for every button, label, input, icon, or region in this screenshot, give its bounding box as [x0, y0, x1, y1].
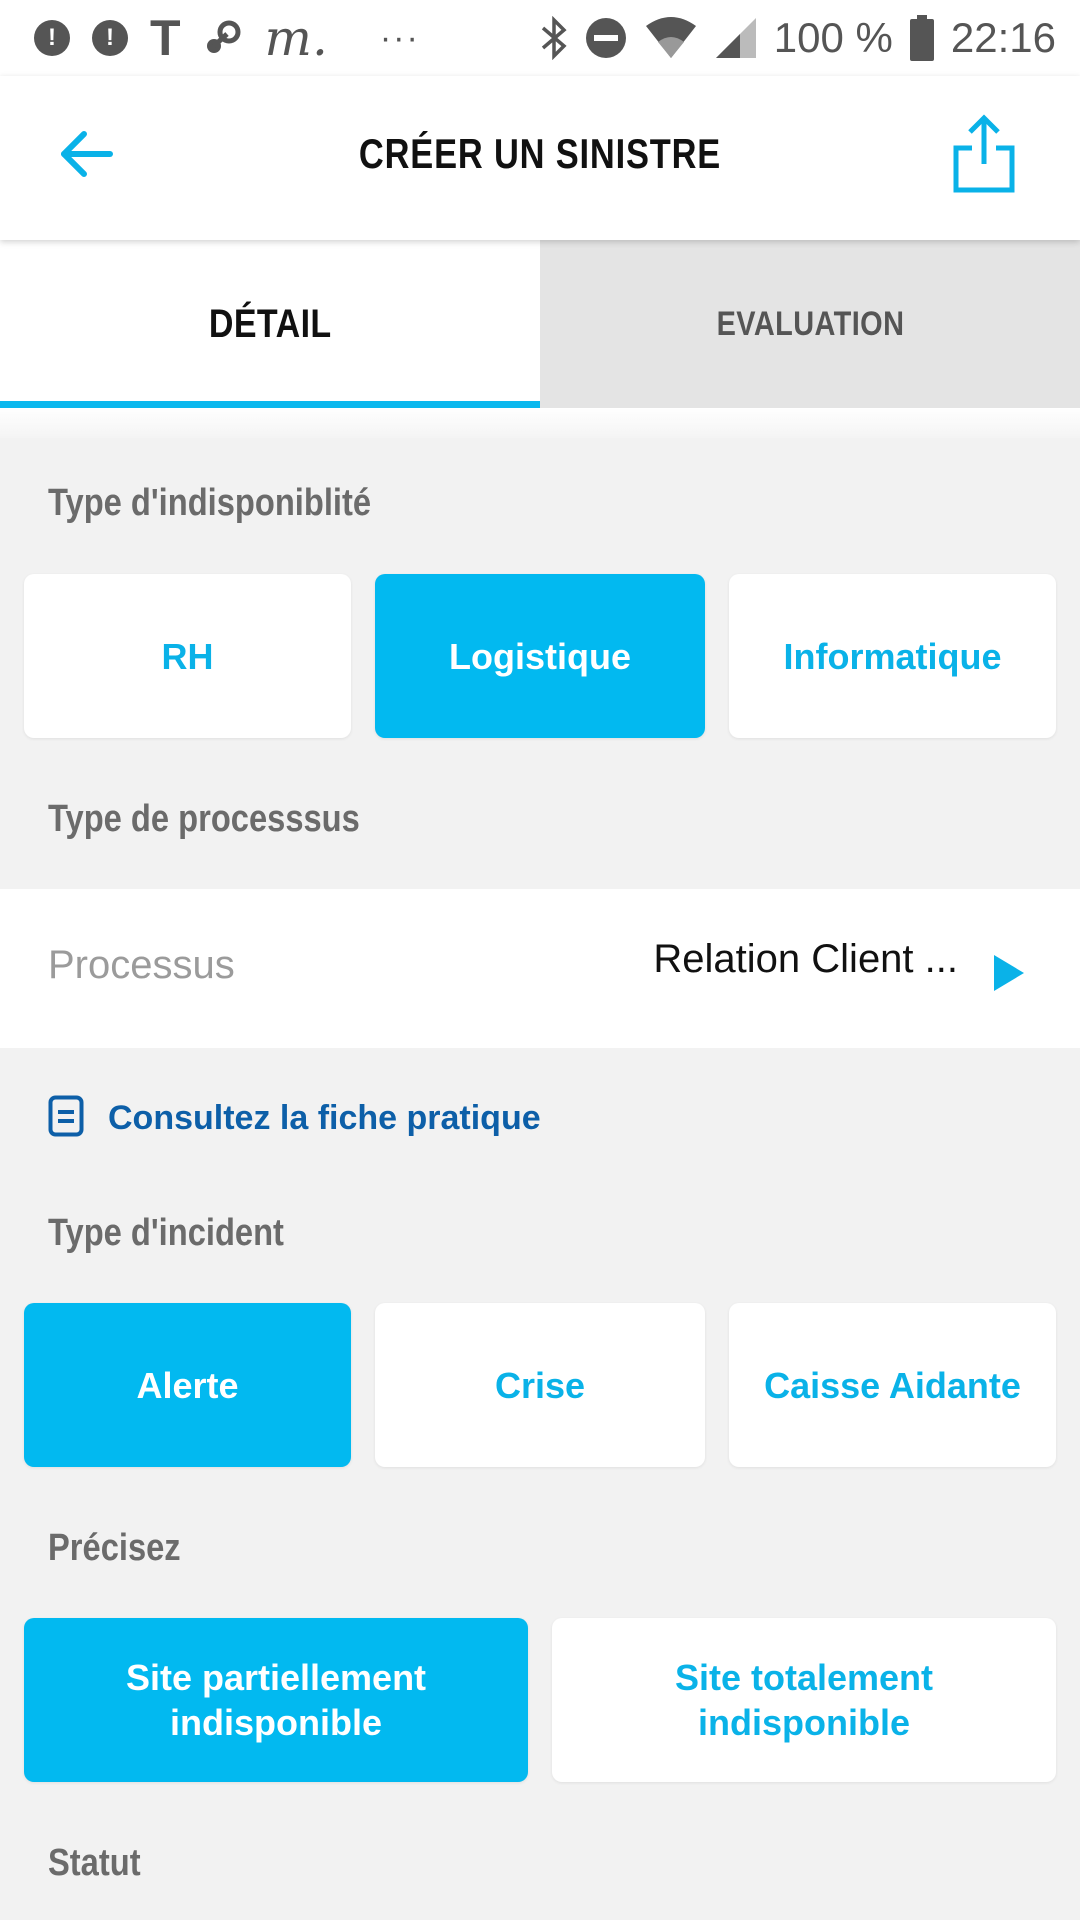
play-arrow-icon: [994, 955, 1024, 996]
option-site-totalement-button[interactable]: Site totalement indisponible: [552, 1618, 1056, 1782]
fiche-pratique-label: Consultez la fiche pratique: [108, 1098, 541, 1137]
option-crise-button[interactable]: Crise: [375, 1303, 705, 1467]
m-app-notification-icon: m.: [264, 9, 328, 67]
wifi-icon: [644, 16, 698, 60]
tab-evaluation[interactable]: EVALUATION: [540, 240, 1080, 408]
active-tab-indicator: [0, 401, 540, 408]
battery-percent: 100 %: [773, 14, 893, 61]
notification-icons: ! ! T m. ···: [34, 12, 420, 64]
option-line-2: indisponible: [697, 1702, 910, 1743]
statut-label: Statut: [48, 1842, 141, 1884]
option-line-1: Site totalement: [674, 1657, 934, 1698]
document-icon: [48, 1095, 84, 1142]
signal-icon: [714, 16, 758, 60]
more-notifications-icon: ···: [379, 18, 420, 57]
tab-label: DÉTAIL: [208, 301, 332, 346]
option-rh-button[interactable]: RH: [24, 574, 351, 738]
precisez-label: Précisez: [48, 1527, 181, 1569]
option-line-1: Site partiellement: [125, 1657, 427, 1698]
tabs-divider: [0, 408, 1080, 438]
battery-icon: [909, 15, 935, 61]
alert-notification-icon: !: [34, 20, 70, 56]
status-bar: ! ! T m. ··· 100 % 22:16: [0, 0, 1080, 76]
share-icon: [952, 114, 1016, 198]
alert-notification-icon: !: [92, 20, 128, 56]
system-icons: 100 % 22:16: [540, 12, 1056, 64]
processus-field-label: Processus: [48, 943, 235, 987]
tab-label: EVALUATION: [716, 304, 904, 343]
option-informatique-button[interactable]: Informatique: [729, 574, 1056, 738]
tab-detail[interactable]: DÉTAIL: [0, 240, 540, 408]
bluetooth-icon: [540, 16, 568, 60]
incident-label: Type d'incident: [48, 1212, 284, 1254]
option-alerte-button[interactable]: Alerte: [24, 1303, 351, 1467]
option-line-2: indisponible: [170, 1702, 382, 1743]
processus-section-label: Type de processsus: [48, 798, 360, 840]
fiche-pratique-link[interactable]: Consultez la fiche pratique: [48, 1095, 541, 1142]
clock: 22:16: [950, 14, 1056, 61]
page-title: CRÉER UN SINISTRE: [358, 130, 722, 177]
indisponibilite-label: Type d'indisponiblité: [48, 482, 372, 524]
tab-bar: DÉTAIL EVALUATION: [0, 240, 1080, 408]
share-button[interactable]: [952, 114, 1022, 194]
processus-value: Relation Client ...: [653, 937, 958, 981]
processus-selector[interactable]: Processus Relation Client ...: [0, 889, 1080, 1048]
steam-notification-icon: [203, 18, 243, 58]
option-logistique-button[interactable]: Logistique: [375, 574, 705, 738]
option-caisse-aidante-button[interactable]: Caisse Aidante: [729, 1303, 1056, 1467]
do-not-disturb-icon: [584, 16, 628, 60]
t-app-notification-icon: T: [150, 10, 181, 66]
option-site-partiellement-button[interactable]: Site partiellement indisponible: [24, 1618, 528, 1782]
app-bar: CRÉER UN SINISTRE: [0, 76, 1080, 240]
